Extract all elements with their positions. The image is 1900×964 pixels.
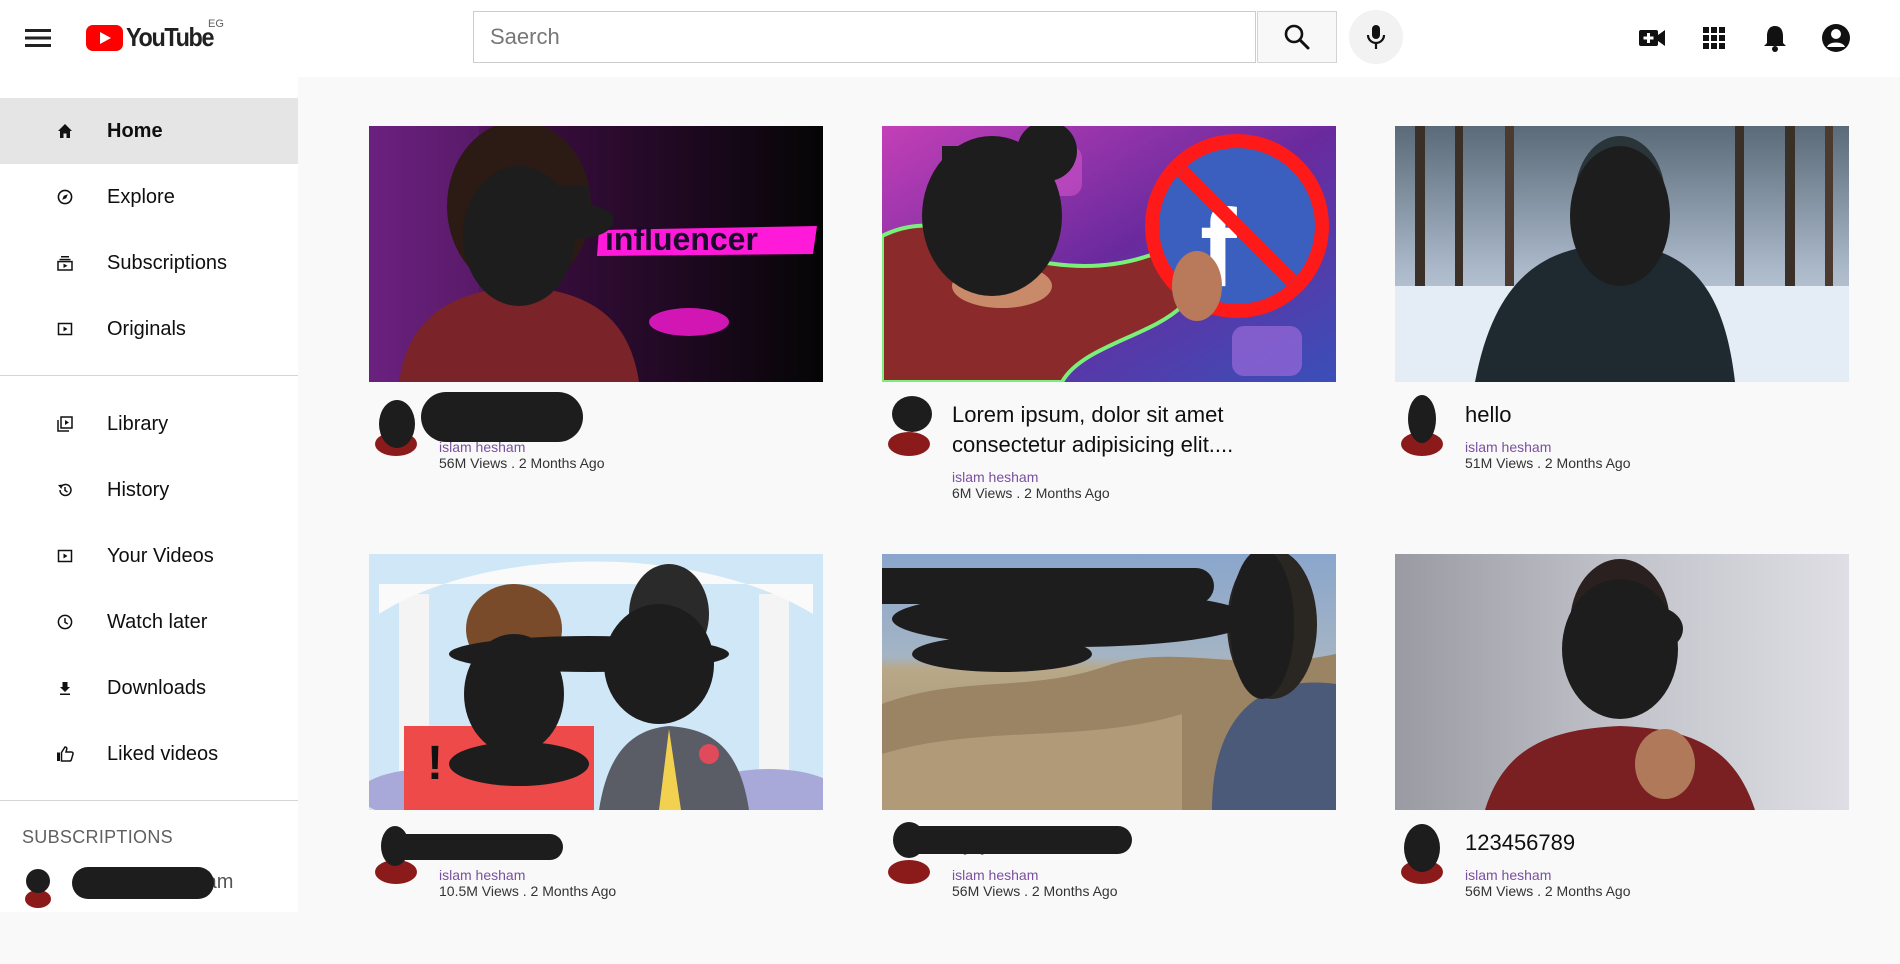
channel-avatar[interactable] [373, 394, 419, 456]
library-icon [53, 412, 77, 436]
compass-icon [53, 185, 77, 209]
history-icon [53, 478, 77, 502]
subscriptions-heading: SUBSCRIPTIONS [22, 827, 173, 847]
menu-icon[interactable] [20, 20, 56, 56]
sidebar: Home Explore Subscriptions Originals Lib… [0, 77, 298, 912]
sidebar-item-liked-videos[interactable]: Liked videos [0, 721, 298, 787]
sidebar-item-label: Subscriptions [107, 251, 228, 274]
video-meta: 51M Views . 2 Months Ago [1465, 455, 1631, 471]
video-meta: 56M Views . 2 Months Ago [952, 883, 1118, 899]
sidebar-item-label: Liked videos [107, 742, 219, 765]
video-card[interactable]: ! islam hesham 10.5M Views . 2 Months Ag… [369, 554, 823, 964]
video-card[interactable]: hello islam hesham 51M Views . 2 Months … [1395, 126, 1849, 536]
sidebar-item-history[interactable]: History [0, 457, 298, 523]
bell-icon [1764, 26, 1786, 52]
sidebar-item-subscriptions[interactable]: Subscriptions [0, 230, 298, 296]
sidebar-item-label: Explore [107, 185, 175, 208]
thumbs-up-icon [53, 742, 77, 766]
sidebar-item-label: Your Videos [107, 544, 214, 567]
video-thumbnail[interactable] [1395, 126, 1849, 382]
channel-avatar[interactable] [1399, 822, 1445, 884]
thumbnail-overlay-text: influencer [605, 221, 758, 257]
sidebar-item-library[interactable]: Library [0, 391, 298, 457]
channel-avatar[interactable] [1399, 394, 1445, 456]
home-icon [53, 119, 77, 143]
clock-icon [53, 610, 77, 634]
video-title[interactable]: Lorem ipsum, dolor sit amet consectetur … [952, 400, 1332, 460]
sidebar-item-label: Downloads [107, 676, 206, 699]
channel-name[interactable]: islam hesham [952, 469, 1038, 485]
download-icon [53, 676, 77, 700]
sidebar-item-explore[interactable]: Explore [0, 164, 298, 230]
video-meta: 10.5M Views . 2 Months Ago [439, 883, 617, 899]
originals-icon [53, 317, 77, 341]
create-video-button[interactable] [1634, 20, 1670, 56]
sidebar-item-label: Watch later [107, 610, 208, 633]
video-card[interactable]: 123456789 islam hesham 56M Views . 2 Mon… [1395, 554, 1849, 964]
apps-button[interactable] [1696, 20, 1732, 56]
logo-text: YouTube [126, 22, 215, 52]
channel-name[interactable]: islam hesham [439, 867, 525, 883]
sidebar-divider [0, 375, 298, 376]
video-add-icon [1639, 30, 1665, 46]
redaction-mark [72, 867, 214, 899]
sidebar-item-downloads[interactable]: Downloads [0, 655, 298, 721]
sidebar-item-label: Library [107, 412, 169, 435]
video-thumbnail[interactable]: ! [369, 554, 823, 810]
your-videos-icon [53, 544, 77, 568]
apps-grid-icon [1703, 27, 1725, 49]
video-meta: 56M Views . 2 Months Ago [439, 455, 605, 471]
video-thumbnail[interactable]: influencer [369, 126, 823, 382]
subscription-item[interactable]: islam hesham [0, 857, 298, 912]
video-thumbnail[interactable]: f [882, 126, 1336, 382]
account-icon [1822, 24, 1850, 52]
search-icon [1284, 24, 1310, 50]
channel-name[interactable]: islam hesham [1465, 867, 1551, 883]
sidebar-item-label: Originals [107, 317, 186, 340]
subscriptions-icon [53, 251, 77, 275]
mic-icon [1366, 25, 1386, 49]
search-button[interactable] [1257, 11, 1337, 63]
channel-avatar [25, 869, 51, 908]
redaction-mark [383, 834, 563, 860]
search-box [473, 11, 1256, 63]
account-button[interactable] [1818, 20, 1854, 56]
sidebar-item-your-videos[interactable]: Your Videos [0, 523, 298, 589]
sidebar-divider [0, 800, 298, 801]
sidebar-item-home[interactable]: Home [0, 98, 298, 164]
sidebar-item-label: History [107, 478, 170, 501]
video-title[interactable]: hello [1465, 400, 1845, 430]
sidebar-item-label: Home [107, 119, 163, 142]
play-logo-icon [86, 24, 123, 51]
video-meta: 6M Views . 2 Months Ago [952, 485, 1110, 501]
channel-name[interactable]: islam hesham [1465, 439, 1551, 455]
search-input[interactable] [474, 12, 1255, 62]
sidebar-item-watch-later[interactable]: Watch later [0, 589, 298, 655]
channel-name[interactable]: islam hesham [952, 867, 1038, 883]
video-card[interactable]: hjhjhuhuhh12345 islam hesham 56M Views .… [882, 554, 1336, 964]
video-grid: influencer islam hesham 56M Views . 2 Mo… [319, 77, 1900, 912]
top-bar: YouTube EG [0, 0, 1900, 77]
video-title[interactable]: 123456789 [1465, 828, 1845, 858]
redaction-mark [421, 392, 583, 442]
notifications-button[interactable] [1757, 20, 1793, 56]
video-card[interactable]: influencer islam hesham 56M Views . 2 Mo… [369, 126, 823, 536]
youtube-logo[interactable]: YouTube EG [86, 18, 224, 53]
channel-avatar[interactable] [886, 394, 932, 456]
svg-text:!: ! [427, 737, 443, 790]
region-code: EG [208, 18, 224, 30]
video-thumbnail[interactable] [882, 554, 1336, 810]
redaction-mark [902, 826, 1132, 854]
voice-search-button[interactable] [1349, 10, 1403, 64]
video-thumbnail[interactable] [1395, 554, 1849, 810]
sidebar-item-originals[interactable]: Originals [0, 296, 298, 362]
video-meta: 56M Views . 2 Months Ago [1465, 883, 1631, 899]
video-card[interactable]: f Lorem ipsum, dolor sit amet consectetu… [882, 126, 1336, 536]
